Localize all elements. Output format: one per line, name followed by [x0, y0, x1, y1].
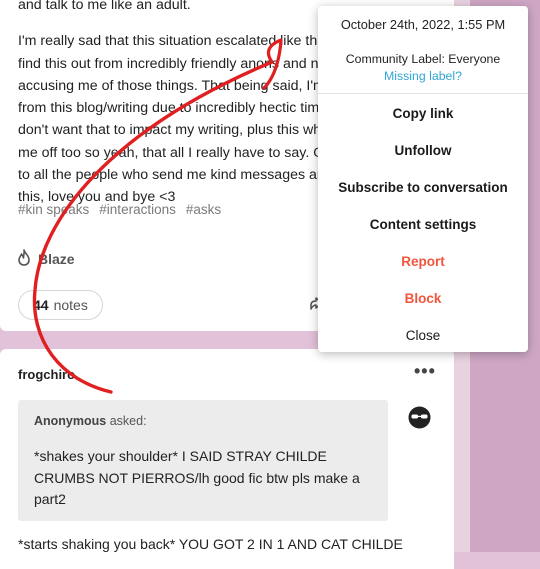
unfollow-button[interactable]: Unfollow [318, 143, 528, 158]
ask-bubble: Anonymous asked: *shakes your shoulder* … [18, 400, 388, 521]
ask-text: *shakes your shoulder* I SAID STRAY CHIL… [34, 448, 360, 507]
anonymous-avatar-icon [404, 402, 435, 433]
tag-link[interactable]: #kin speaks [18, 202, 89, 217]
tag-list: #kin speaks #interactions #asks [18, 202, 221, 217]
report-button[interactable]: Report [318, 254, 528, 269]
blog-name-link[interactable]: frogchiro [18, 367, 75, 382]
notes-count: 44 [33, 297, 49, 313]
copy-link-button[interactable]: Copy link [318, 106, 528, 121]
post-options-menu: October 24th, 2022, 1:55 PM Community La… [318, 6, 528, 352]
ask-header: Anonymous asked: [34, 414, 147, 428]
close-button[interactable]: Close [318, 328, 528, 343]
tag-link[interactable]: #asks [186, 202, 221, 217]
notes-label: notes [53, 297, 88, 313]
blaze-button[interactable]: Blaze [16, 249, 75, 269]
post-card: frogchiro ••• Anonymous asked: *shakes y… [0, 349, 454, 569]
community-label: Community Label: Everyone [345, 52, 501, 66]
subscribe-button[interactable]: Subscribe to conversation [318, 180, 528, 195]
content-settings-button[interactable]: Content settings [318, 217, 528, 232]
block-button[interactable]: Block [318, 291, 528, 306]
post-date: October 24th, 2022, 1:55 PM [340, 17, 506, 32]
tag-link[interactable]: #interactions [99, 202, 176, 217]
menu-divider [318, 93, 528, 94]
asker-name: Anonymous [34, 414, 107, 428]
more-dots-icon[interactable]: ••• [414, 361, 436, 382]
notes-button[interactable]: 44 notes [18, 290, 103, 320]
missing-label-link[interactable]: Missing label? [318, 69, 528, 83]
asked-label: asked: [106, 414, 147, 428]
blaze-label: Blaze [38, 251, 75, 267]
flame-icon [16, 249, 32, 269]
answer-text: *starts shaking you back* YOU GOT 2 IN 1… [18, 536, 403, 552]
